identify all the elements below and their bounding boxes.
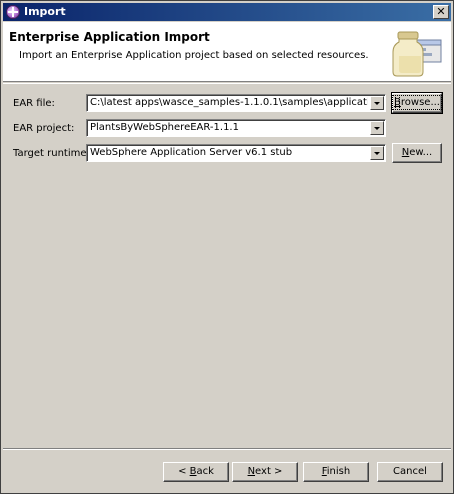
next-label-post: ext > [255,466,283,477]
ear-project-value: PlantsByWebSphereEAR-1.1.1 [90,122,239,133]
back-label-mnemonic: B [189,466,197,477]
page-description: Import an Enterprise Application project… [19,50,369,61]
footer-separator-highlight [3,449,451,450]
new-label-post: ew... [409,147,433,158]
banner-separator [3,83,451,84]
ear-file-value: C:\latest apps\wasce_samples-1.1.0.1\sam… [90,97,368,108]
new-runtime-button[interactable]: New... [392,143,442,163]
chevron-down-icon[interactable] [370,96,384,110]
import-dialog: Import ✕ Enterprise Application Import I… [0,0,454,494]
title-bar[interactable]: Import ✕ [3,3,451,21]
browse-button-text: Browse... [392,95,442,110]
chevron-down-icon[interactable] [370,121,384,135]
browse-label-post: rowse... [398,95,442,110]
page-title: Enterprise Application Import [9,30,210,44]
ear-project-label: EAR project: [13,123,75,134]
browse-label-mnemonic: B [394,97,401,108]
next-label-mnemonic: N [247,466,256,477]
back-label-pre: < [178,466,190,477]
target-runtime-label: Target runtime: [13,148,90,159]
ear-project-combo[interactable]: PlantsByWebSphereEAR-1.1.1 [86,119,386,137]
finish-label-post: inish [326,466,351,477]
next-button[interactable]: Next > [232,462,298,482]
back-label-post: ack [196,466,214,477]
chevron-down-icon[interactable] [370,146,384,160]
browse-button[interactable]: Browse... [391,92,443,114]
back-button[interactable]: < Back [163,462,229,482]
target-runtime-combo[interactable]: WebSphere Application Server v6.1 stub [86,144,386,162]
window-title: Import [24,5,66,18]
import-wizard-icon [6,5,20,19]
wizard-banner: Enterprise Application Import Import an … [3,22,451,82]
ear-file-label: EAR file: [13,98,55,109]
cancel-button[interactable]: Cancel [377,462,443,482]
close-button[interactable]: ✕ [433,5,449,19]
jar-window-icon [392,31,442,77]
target-runtime-value: WebSphere Application Server v6.1 stub [90,147,293,158]
finish-button[interactable]: Finish [303,462,369,482]
ear-file-combo[interactable]: C:\latest apps\wasce_samples-1.1.0.1\sam… [86,94,386,112]
